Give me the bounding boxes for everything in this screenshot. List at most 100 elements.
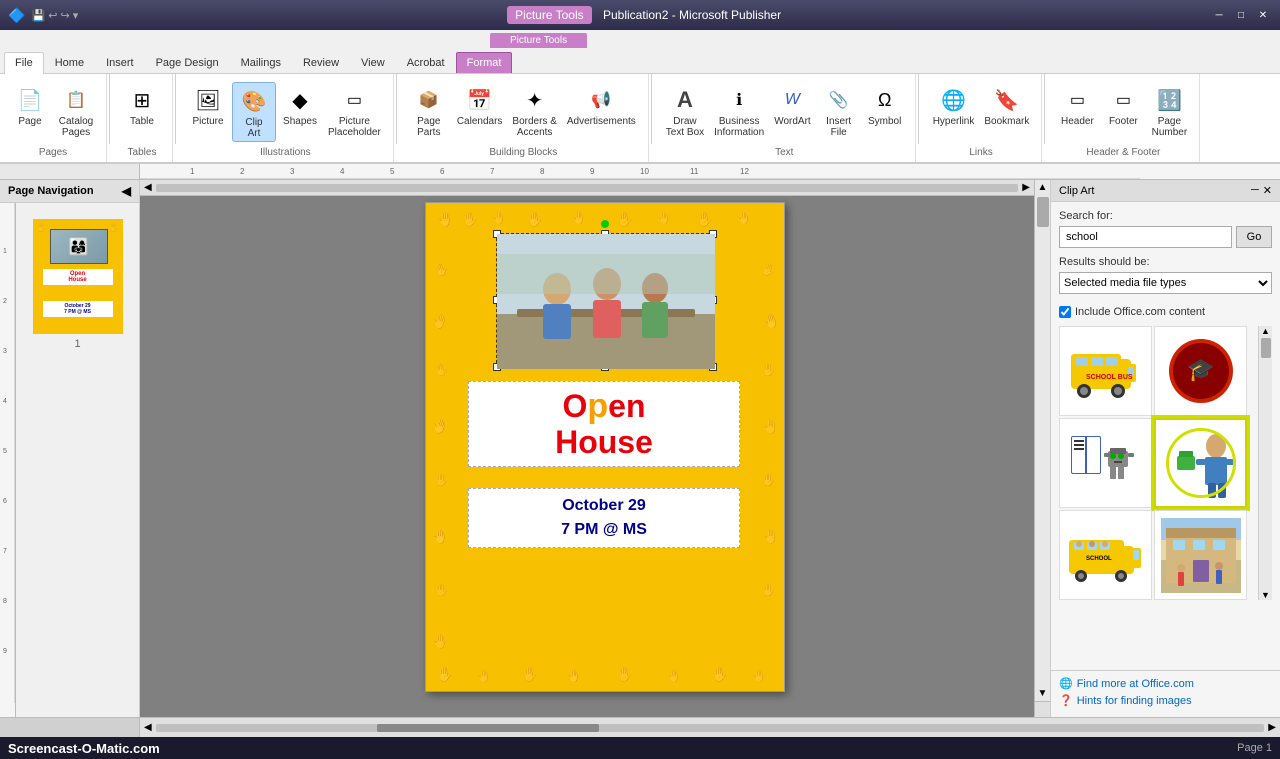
table-button[interactable]: ⊞ Table (120, 82, 164, 129)
shapes-button[interactable]: ◆ Shapes (278, 82, 322, 129)
main-area: Page Navigation ◀ 1 2 3 4 5 6 7 8 9 (0, 180, 1280, 717)
clip-art-search-input[interactable] (1059, 226, 1232, 248)
tab-review[interactable]: Review (292, 52, 350, 73)
calendars-button[interactable]: 📅 Calendars (453, 82, 507, 129)
page-button[interactable]: 📄 Page (8, 82, 52, 129)
results-type-dropdown[interactable]: Selected media file types (1059, 272, 1272, 294)
scroll-down-btn[interactable]: ▼ (1036, 686, 1050, 701)
business-info-button[interactable]: ℹ BusinessInformation (710, 82, 768, 140)
clip-art-minimize-btn[interactable]: ─ (1251, 184, 1259, 197)
h-scroll-right[interactable]: ▶ (1268, 722, 1276, 733)
building-blocks-items: 📦 PageParts 📅 Calendars ✦ Borders &Accen… (407, 78, 640, 145)
open-rest: en (608, 388, 645, 424)
borders-button[interactable]: ✦ Borders &Accents (508, 82, 560, 140)
clip-art-go-button[interactable]: Go (1236, 226, 1272, 248)
draw-text-box-button[interactable]: A DrawText Box (662, 82, 708, 140)
insert-file-button[interactable]: 📎 InsertFile (817, 82, 861, 140)
minimize-button[interactable]: ─ (1210, 7, 1228, 23)
catalog-pages-button[interactable]: 📋 CatalogPages (54, 82, 98, 140)
svg-text:2: 2 (3, 298, 7, 305)
tab-home[interactable]: Home (44, 52, 95, 73)
app-title: Publication2 - Microsoft Publisher (603, 8, 781, 22)
tab-page-design[interactable]: Page Design (145, 52, 230, 73)
text-items: A DrawText Box ℹ BusinessInformation W W… (662, 78, 907, 145)
clip-item-1[interactable]: SCHOOL BUS (1059, 326, 1152, 416)
school-bus-svg-1: SCHOOL BUS (1066, 334, 1146, 409)
figure-svg (1161, 426, 1241, 501)
svg-text:1: 1 (3, 248, 7, 255)
photo-selection-box[interactable] (496, 233, 714, 368)
advertisements-button[interactable]: 📢 Advertisements (563, 82, 640, 129)
draw-text-box-icon: A (669, 84, 701, 116)
tab-file[interactable]: File (4, 52, 44, 74)
scroll-left-btn[interactable]: ◀ (144, 182, 152, 193)
page-parts-button[interactable]: 📦 PageParts (407, 82, 451, 140)
include-office-checkbox[interactable] (1059, 306, 1071, 318)
close-button[interactable]: ✕ (1254, 7, 1272, 23)
picture-placeholder-button[interactable]: ▭ PicturePlaceholder (324, 82, 385, 140)
symbol-button[interactable]: Ω Symbol (863, 82, 907, 129)
clip-item-2[interactable]: 🎓 (1154, 326, 1247, 416)
bookmark-icon: 🔖 (991, 84, 1023, 116)
clip-art-panel-header: Clip Art ─ ✕ (1051, 180, 1280, 202)
tab-view[interactable]: View (350, 52, 396, 73)
page-parts-label: PageParts (417, 116, 440, 138)
clip-item-5[interactable]: SCHOOL (1059, 510, 1152, 600)
school-scene-svg (1161, 518, 1241, 593)
h-scroll-left[interactable]: ◀ (144, 722, 152, 733)
ruler-corner (0, 164, 140, 179)
panel-controls: ─ ✕ (1251, 184, 1272, 197)
clip-item-6[interactable] (1154, 510, 1247, 600)
results-vscroll[interactable]: ▲ ▼ (1258, 326, 1272, 600)
clip-item-4[interactable] (1154, 418, 1247, 508)
page-label: Page (18, 116, 41, 127)
clip-art-icon: 🎨 (238, 85, 270, 117)
bookmark-button[interactable]: 🔖 Bookmark (980, 82, 1033, 129)
hyperlink-button[interactable]: 🌐 Hyperlink (929, 82, 979, 129)
title-bar-left: 🔷 💾 ↩ ↪ ▾ (8, 7, 78, 24)
clip-art-close-btn[interactable]: ✕ (1263, 184, 1272, 197)
open-house-textbox[interactable]: Open House (468, 381, 740, 468)
canvas-vscroll[interactable]: ▲ ▼ (1034, 180, 1050, 701)
h-scroll-track-bottom (156, 724, 1265, 732)
separator-6 (1044, 74, 1045, 144)
page-number-button[interactable]: 🔢 PageNumber (1147, 82, 1191, 140)
tab-insert[interactable]: Insert (95, 52, 145, 73)
tab-mailings[interactable]: Mailings (230, 52, 292, 73)
scroll-right-btn[interactable]: ▶ (1022, 182, 1030, 193)
clip-art-button[interactable]: 🎨 ClipArt (232, 82, 276, 142)
h-scroll-thumb-bottom[interactable] (377, 724, 599, 732)
header-footer-items: ▭ Header ▭ Footer 🔢 PageNumber (1055, 78, 1191, 145)
footer-button[interactable]: ▭ Footer (1101, 82, 1145, 129)
maximize-button[interactable]: □ (1232, 7, 1250, 23)
document-page: 🤚 ✋ 🤚 ✋ 🤚 ✋ 🤚 ✋ 🤚 ✋ 🤚 ✋ 🤚 ✋ 🤚 ✋ 🤚 ✋ (425, 202, 785, 692)
tab-format[interactable]: Format (456, 52, 513, 73)
page-parts-icon: 📦 (413, 84, 445, 116)
ribbon: 📄 Page 📋 CatalogPages Pages ⊞ Table Tabl… (0, 74, 1280, 164)
search-for-label: Search for: (1059, 210, 1272, 222)
clip-item-3[interactable] (1059, 418, 1152, 508)
date-textbox[interactable]: October 29 7 PM @ MS (468, 488, 740, 548)
page-thumbnail-1[interactable]: ✋ ✋ 👨‍👩‍👧 OpenHouse October 297 PM @ MS (33, 219, 123, 334)
page-number-icon: 🔢 (1153, 84, 1185, 116)
header-button[interactable]: ▭ Header (1055, 82, 1099, 129)
wordart-button[interactable]: W WordArt (770, 82, 815, 129)
handprint-b8: 🤚 (751, 669, 766, 683)
find-more-link[interactable]: 🌐 Find more at Office.com (1059, 677, 1272, 690)
svg-text:6: 6 (440, 167, 445, 176)
scroll-up-btn[interactable]: ▲ (1036, 180, 1050, 195)
picture-button[interactable]: 🖼 Picture (186, 82, 230, 129)
h-scroll-bar[interactable]: ◀ ▶ (140, 180, 1034, 196)
tab-acrobat[interactable]: Acrobat (396, 52, 456, 73)
results-scroll-thumb[interactable] (1261, 338, 1271, 358)
ribbon-group-building-blocks: 📦 PageParts 📅 Calendars ✦ Borders &Accen… (399, 74, 649, 162)
results-scroll-up[interactable]: ▲ (1259, 326, 1272, 336)
rotation-handle[interactable] (601, 220, 609, 228)
scroll-thumb[interactable] (1037, 197, 1049, 227)
separator-4 (651, 74, 652, 144)
hints-link[interactable]: ❓ Hints for finding images (1059, 694, 1272, 707)
symbol-label: Symbol (868, 116, 901, 127)
handprint-t7: 🤚 (656, 211, 671, 225)
nav-panel-collapse[interactable]: ◀ (122, 184, 131, 198)
results-scroll-down[interactable]: ▼ (1259, 590, 1272, 600)
